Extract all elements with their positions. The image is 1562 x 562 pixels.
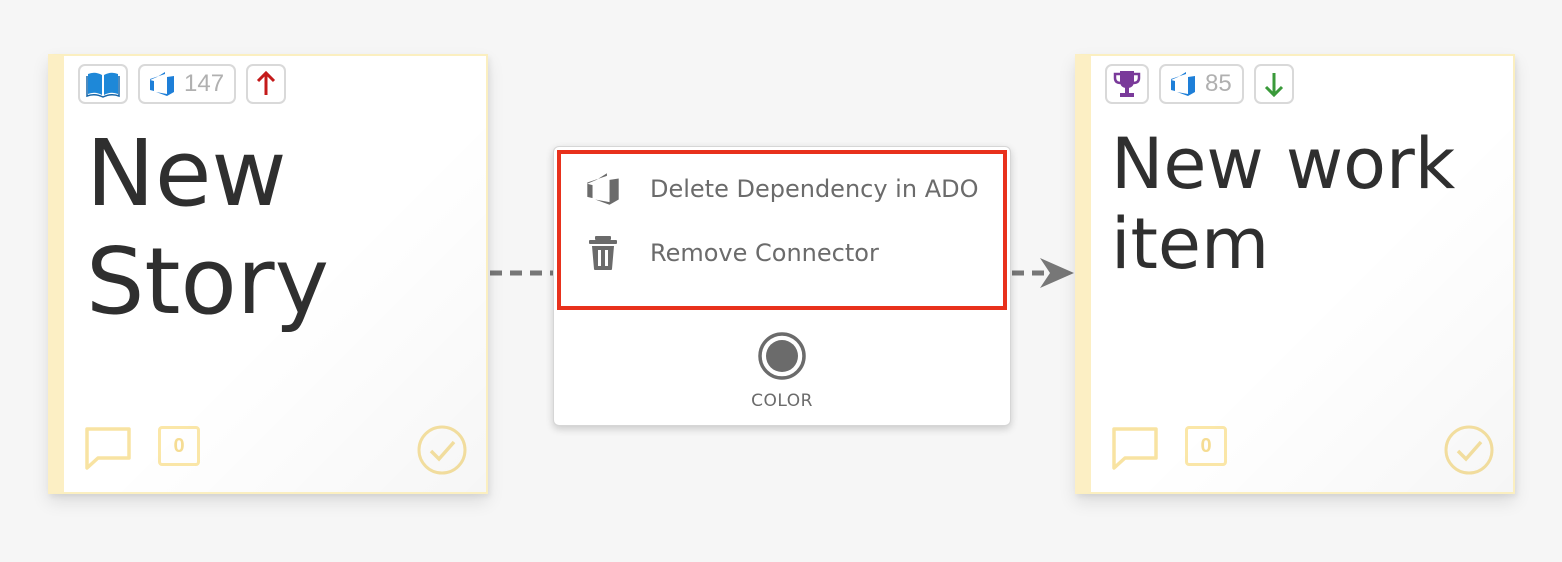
board-canvas: 147 New Story 0 85 New work item 0 Delet… (0, 0, 1562, 562)
comment-count-badge[interactable]: 0 (1185, 426, 1227, 466)
checkmark-circle-icon[interactable] (416, 424, 468, 476)
ado-id: 147 (184, 70, 225, 97)
work-item-type-badge[interactable] (78, 64, 128, 104)
connector-context-menu: Delete Dependency in ADO Remove Connecto… (553, 146, 1011, 426)
trophy-icon (1113, 71, 1141, 97)
note-badges: 147 (78, 64, 287, 104)
note-title[interactable]: New Story (86, 120, 476, 336)
note-footer: 0 (84, 424, 468, 475)
comment-count-badge[interactable]: 0 (158, 426, 200, 466)
azure-devops-icon (150, 72, 174, 96)
sticky-note-new-story[interactable]: 147 New Story 0 (48, 54, 488, 494)
checkmark-circle-icon[interactable] (1443, 424, 1495, 476)
color-label: COLOR (751, 391, 813, 411)
ado-link-badge[interactable]: 147 (138, 64, 237, 104)
delete-dependency-menu-item[interactable]: Delete Dependency in ADO (584, 165, 978, 213)
arrow-up-icon (256, 71, 276, 95)
comment-icon[interactable] (84, 426, 132, 470)
comment-icon[interactable] (1111, 426, 1159, 470)
note-title[interactable]: New work item (1111, 124, 1503, 284)
connector-arrowhead (1040, 258, 1074, 288)
note-footer: 0 (1111, 424, 1495, 475)
menu-item-label: Delete Dependency in ADO (650, 175, 979, 203)
color-circle-icon (758, 332, 806, 380)
arrow-down-icon (1264, 73, 1283, 97)
azure-devops-icon (587, 173, 619, 205)
azure-devops-icon (1171, 72, 1195, 96)
trash-icon (589, 236, 617, 270)
ado-link-badge[interactable]: 85 (1159, 64, 1244, 104)
ado-id: 85 (1205, 70, 1232, 97)
book-icon (86, 72, 120, 98)
color-picker-button[interactable]: COLOR (554, 331, 1010, 411)
priority-badge[interactable] (1253, 64, 1294, 104)
menu-item-label: Remove Connector (650, 239, 879, 267)
remove-connector-menu-item[interactable]: Remove Connector (584, 229, 879, 277)
note-badges: 85 (1105, 64, 1294, 104)
work-item-type-badge[interactable] (1105, 64, 1149, 104)
sticky-note-new-work-item[interactable]: 85 New work item 0 (1075, 54, 1515, 494)
priority-badge[interactable] (246, 64, 287, 104)
